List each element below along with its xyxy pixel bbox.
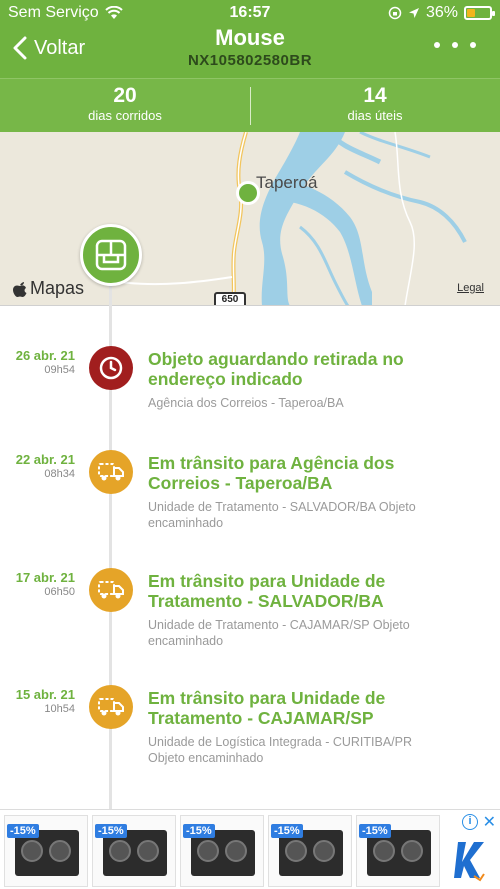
status-bar: Sem Serviço 16:57 36% [0, 0, 500, 26]
maps-provider-label: Mapas [30, 278, 85, 298]
battery-icon [464, 6, 495, 20]
event-time: 08h34 [44, 468, 75, 480]
days-counter-bar: 20 dias corridos 14 dias úteis [0, 78, 500, 132]
fan-icon [49, 840, 71, 862]
event-date: 26 abr. 21 [15, 348, 75, 363]
ad-product-card[interactable]: -15% [4, 815, 88, 887]
battery-percent: 36% [425, 4, 458, 21]
discount-badge: -15% [271, 824, 303, 838]
ad-product-card[interactable]: -15% [268, 815, 352, 887]
nav-header: Voltar Mouse NX105802580BR [0, 26, 500, 78]
event-title: Em trânsito para Unidade de Tratamento -… [148, 571, 386, 611]
event-title: Em trânsito para Unidade de Tratamento -… [148, 688, 386, 728]
road-number-sign: 650 [214, 292, 246, 305]
discount-badge: -15% [359, 824, 391, 838]
ad-product-card[interactable]: -15% [92, 815, 176, 887]
package-icon [95, 239, 127, 271]
event-title: Objeto aguardando retirada no endereço i… [148, 349, 404, 389]
map-view[interactable]: Taperoá Mapas Legal 650 [0, 132, 500, 306]
fan-icon [373, 840, 395, 862]
event-status-icon [89, 685, 133, 729]
truck-icon [98, 581, 124, 599]
page-title: Mouse [215, 25, 285, 50]
truck-icon [98, 698, 124, 716]
fan-icon [109, 840, 131, 862]
business-days: 14 dias úteis [250, 85, 500, 125]
event-time: 10h54 [44, 703, 75, 715]
more-dot-icon [470, 42, 476, 48]
fan-icon [401, 840, 423, 862]
apple-maps-logo: Mapas [12, 278, 84, 299]
ad-close-icon[interactable]: ✕ [483, 812, 496, 832]
fan-icon [285, 840, 307, 862]
apple-logo-icon [13, 281, 27, 297]
discount-badge: -15% [95, 824, 127, 838]
calendar-days-label: dias corridos [88, 108, 162, 123]
more-dot-icon [434, 42, 440, 48]
event-date: 22 abr. 21 [15, 452, 75, 467]
location-arrow-icon [408, 8, 419, 18]
business-days-label: dias úteis [347, 108, 403, 123]
battery-level-fill [467, 9, 475, 17]
header-titles: Mouse NX105802580BR [0, 25, 500, 70]
fan-icon [313, 840, 335, 862]
event-status-icon [89, 568, 133, 612]
ad-product-card[interactable]: -15% [356, 815, 440, 887]
more-dot-icon [452, 42, 458, 48]
clock-icon [99, 356, 123, 380]
legal-link[interactable]: Legal [457, 282, 484, 294]
event-date: 15 abr. 21 [15, 687, 75, 702]
fan-icon [137, 840, 159, 862]
orientation-lock-icon [388, 6, 402, 20]
ad-banner[interactable]: -15% -15% -15% -15% -15% i ✕ [0, 809, 500, 889]
ad-info-icon[interactable]: i [462, 814, 478, 830]
advertiser-logo-icon[interactable] [454, 838, 488, 882]
fan-icon [225, 840, 247, 862]
event-status-icon [89, 346, 133, 390]
status-right: 36% [388, 4, 495, 22]
package-status-icon [80, 224, 142, 286]
truck-icon [98, 463, 124, 481]
more-options-button[interactable] [434, 42, 476, 48]
event-description: Unidade de Logística Integrada - CURITIB… [148, 735, 413, 765]
event-description: Agência dos Correios - Taperoa/BA [148, 396, 344, 410]
event-description: Unidade de Tratamento - SALVADOR/BA Obje… [148, 500, 416, 530]
event-title: Em trânsito para Agência dos Correios - … [148, 453, 395, 493]
fan-icon [21, 840, 43, 862]
discount-badge: -15% [7, 824, 39, 838]
fan-icon [197, 840, 219, 862]
event-date: 17 abr. 21 [15, 570, 75, 585]
event-status-icon [89, 450, 133, 494]
event-description: Unidade de Tratamento - CAJAMAR/SP Objet… [148, 618, 410, 648]
event-time: 09h54 [44, 364, 75, 376]
ad-product-card[interactable]: -15% [180, 815, 264, 887]
discount-badge: -15% [183, 824, 215, 838]
map-place-label: Taperoá [256, 173, 318, 192]
calendar-days-count: 20 [113, 84, 137, 107]
business-days-count: 14 [363, 84, 387, 107]
event-time: 06h50 [44, 586, 75, 598]
tracking-code: NX105802580BR [187, 52, 313, 69]
calendar-days: 20 dias corridos [0, 85, 250, 125]
